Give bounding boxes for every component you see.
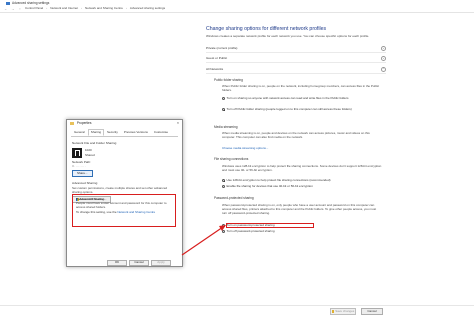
admin-shield-icon [331,310,335,313]
radio-button[interactable] [222,230,225,234]
advanced-sharing-title: Advanced Sharing [72,180,98,185]
chevron-down-icon[interactable]: ⌄ [381,56,386,61]
profile-label: Private (current profile) [206,46,238,51]
breadcrumb-network-sharing-centre[interactable]: Network and Sharing Centre [85,6,123,11]
breadcrumb-network-internet[interactable]: Network and Internet [50,6,78,11]
option-label: Use 128-bit encryption to help protect f… [226,178,331,182]
public-folder-text: When Public folder sharing is on, people… [222,84,380,92]
share-name-block: 1020 Shared [85,148,95,157]
dialog-title-wrap: Properties [70,121,91,125]
share-button[interactable]: Share... [72,170,93,177]
radio-button-selected[interactable] [222,179,225,183]
intro-text: Windows creates a separate network profi… [206,34,370,38]
encryption-128-option[interactable]: Use 128-bit encryption to help protect f… [222,178,384,183]
tab-sharing[interactable]: Sharing [87,129,105,137]
apply-button[interactable]: Apply [151,260,171,266]
tab-previous-versions[interactable]: Previous Versions [121,129,151,136]
dialog-tabs: General Sharing Security Previous Versio… [71,129,178,138]
chevron-up-icon[interactable]: ⌃ [381,67,386,72]
up-arrow-icon[interactable]: ↑ [18,7,22,11]
option-label: Turn on sharing so anyone with network a… [226,96,349,100]
breadcrumb-advanced-sharing[interactable]: Advanced sharing settings [130,6,165,11]
tab-security[interactable]: Security [104,129,121,136]
profile-label: All Networks [206,67,224,72]
chevron-down-icon[interactable]: ⌄ [381,46,386,51]
dialog-title-bar: Properties × [67,120,182,126]
public-folder-off-option[interactable]: Turn off Public folder sharing (people l… [222,107,384,112]
close-icon[interactable]: × [177,121,179,126]
network-sharing-centre-link[interactable]: Network and Sharing Centre [117,210,155,215]
network-path-value: \\········· [72,164,86,168]
file-sharing-text: Windows uses 128-bit encryption to help … [222,164,382,172]
highlight-box [226,223,314,228]
network-app-icon [6,1,10,5]
back-arrow-icon[interactable]: ← [4,7,8,11]
media-streaming-text: When media streaming is on, people and d… [222,131,370,139]
media-streaming-title: Media streaming [214,125,238,129]
encryption-40-56-option[interactable]: Enable file sharing for devices that use… [222,184,384,189]
page-title: Change sharing options for different net… [206,26,327,32]
profile-private[interactable]: Private (current profile) ⌄ [206,45,386,53]
breadcrumb-separator-icon: › [81,6,83,11]
save-label: Save changes [335,308,355,313]
public-folder-title: Public folder sharing [214,78,243,82]
password-sharing-title: Password-protected sharing [214,196,254,200]
password-protection-box: Password Protection People must have a u… [72,194,176,227]
dialog-buttons: OK Cancel Apply [107,260,171,266]
network-path-block: Network Path: \\········· [72,160,177,169]
breadcrumb-control-panel[interactable]: Control Panel [25,6,43,11]
radio-button[interactable] [222,97,225,101]
breadcrumb-separator-icon: › [125,6,127,11]
cancel-button[interactable]: Cancel [361,308,383,315]
share-state: Shared [85,152,95,157]
password-sharing-text: When password-protected sharing is on, o… [222,203,377,215]
window-title: Advanced sharing settings [12,0,50,5]
network-sharing-title: Network File and Folder Sharing [72,141,117,146]
radio-button[interactable] [222,185,225,189]
properties-dialog: Properties × General Sharing Security Pr… [66,119,183,267]
password-protection-text: People must have a user account and pass… [76,201,167,210]
password-off-option[interactable]: Turn off password-protected sharing [222,229,384,234]
footer-divider [0,305,474,306]
ok-button[interactable]: OK [107,260,127,266]
tab-general[interactable]: General [71,129,88,136]
public-folder-on-option[interactable]: Turn on sharing so anyone with network a… [222,96,384,101]
tab-customise[interactable]: Customise [151,129,171,136]
password-change-line: To change this setting, use the Network … [76,211,172,215]
file-sharing-title: File sharing connections [214,157,249,161]
shared-folder-icon [72,147,82,158]
media-streaming-link[interactable]: Choose media streaming options... [222,146,268,151]
option-label: Turn off Public folder sharing (people l… [226,107,352,111]
profile-guest-public[interactable]: Guest or Public ⌄ [206,55,386,63]
breadcrumb-separator-icon: › [46,6,48,11]
dialog-cancel-button[interactable]: Cancel [129,260,149,266]
profile-label: Guest or Public [206,56,228,61]
profile-all-networks[interactable]: All Networks ⌃ [206,66,386,74]
save-changes-button[interactable]: Save changes [330,308,356,315]
forward-arrow-icon[interactable]: → [11,7,15,11]
share-info: 1020 Shared [72,147,177,158]
password-change-prefix: To change this setting, use the [76,210,118,215]
dialog-title: Properties [76,120,92,125]
folder-icon [70,121,74,125]
option-label: Enable file sharing for devices that use… [226,184,313,188]
radio-button-selected[interactable] [222,108,225,112]
option-label: Turn off password-protected sharing [226,229,275,233]
radio-button-selected[interactable] [222,224,225,228]
address-bar[interactable]: ← → ↑ Control Panel › Network and Intern… [0,6,474,13]
